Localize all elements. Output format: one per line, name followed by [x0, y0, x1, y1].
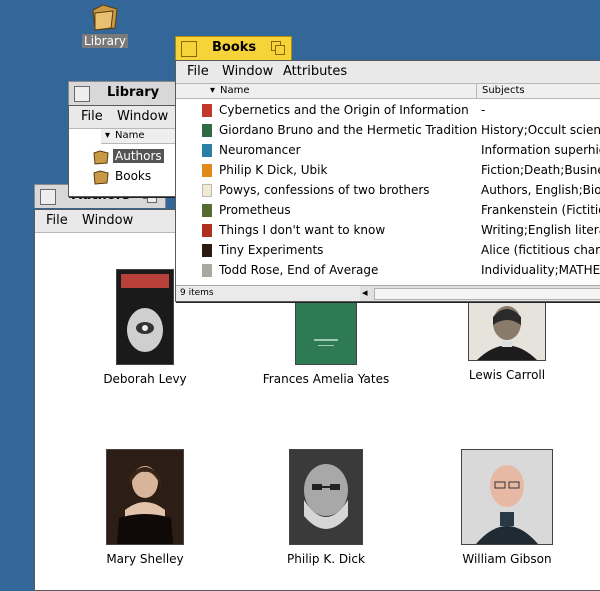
book-icon: [202, 124, 212, 137]
book-name: Philip K Dick, Ubik: [219, 163, 328, 177]
author-name: William Gibson: [462, 552, 552, 566]
menu-file[interactable]: File: [187, 64, 209, 79]
sort-arrow-icon: ▾: [105, 130, 111, 141]
book-name: Cybernetics and the Origin of Informatio…: [219, 103, 469, 117]
folder-icon: [93, 150, 109, 165]
zoom-icon[interactable]: [271, 41, 285, 55]
author-item[interactable]: William Gibson: [427, 449, 587, 566]
author-portrait: [461, 449, 553, 545]
table-row[interactable]: Things I don't want to know Writing;Engl…: [176, 220, 600, 240]
folder-icon: [89, 2, 121, 32]
desktop-library-icon[interactable]: Library: [82, 2, 128, 48]
book-subjects: Individuality;MATHE...: [481, 263, 600, 277]
author-item[interactable]: Philip K. Dick: [246, 449, 406, 566]
book-icon: [202, 104, 212, 117]
table-row[interactable]: Tiny Experiments Alice (fictitious chara…: [176, 240, 600, 260]
book-name: Things I don't want to know: [219, 223, 386, 237]
books-window: File Window Attributes ▾ Name Subjects C…: [175, 60, 600, 302]
author-name: Lewis Carroll: [468, 368, 546, 382]
window-title: Books: [212, 40, 257, 55]
author-item[interactable]: Mary Shelley: [65, 449, 225, 566]
menu-bar: File Window Attributes: [176, 61, 600, 84]
book-icon: [202, 144, 212, 157]
column-header[interactable]: ▾ Name: [101, 129, 181, 144]
book-icon: [202, 204, 212, 217]
book-name: Prometheus: [219, 203, 291, 217]
table-header: ▾ Name Subjects: [176, 84, 600, 99]
book-subjects: Frankenstein (Fictitiou...: [481, 203, 600, 217]
book-name: Todd Rose, End of Average: [219, 263, 379, 277]
column-name-header[interactable]: Name: [220, 85, 250, 96]
table-row[interactable]: Giordano Bruno and the Hermetic Traditio…: [176, 120, 600, 140]
author-portrait: [295, 300, 357, 365]
window-title: Library: [107, 85, 160, 100]
author-name: Mary Shelley: [106, 552, 184, 566]
book-subjects: Alice (fictitious charac...: [481, 243, 600, 257]
column-name: Name: [115, 130, 145, 141]
item-count: 9 items: [180, 288, 214, 298]
menu-bar: File Window: [69, 106, 179, 129]
author-portrait: [116, 269, 174, 365]
list-item[interactable]: Authors: [93, 147, 183, 167]
folder-icon: [93, 170, 109, 185]
menu-window[interactable]: Window: [117, 109, 168, 124]
author-portrait: [468, 300, 546, 361]
table-row[interactable]: Philip K Dick, Ubik Fiction;Death;Busine…: [176, 160, 600, 180]
close-icon[interactable]: [40, 189, 56, 205]
book-subjects: Writing;English literat...: [481, 223, 600, 237]
book-icon: [202, 264, 212, 277]
scroll-left-icon[interactable]: ◂: [362, 286, 368, 299]
author-item[interactable]: Frances Amelia Yates: [246, 300, 406, 386]
book-icon: [202, 244, 212, 257]
table-row[interactable]: Cybernetics and the Origin of Informatio…: [176, 100, 600, 120]
book-name: Giordano Bruno and the Hermetic Traditio…: [219, 123, 478, 137]
book-subjects: Information superhig...: [481, 143, 600, 157]
author-portrait: [106, 449, 184, 545]
author-name: Deborah Levy: [103, 372, 187, 386]
author-portrait: [289, 449, 363, 545]
book-icon: [202, 224, 212, 237]
list-item-label: Authors: [113, 149, 164, 163]
horizontal-scrollbar[interactable]: ◂: [360, 285, 600, 301]
table-row[interactable]: Todd Rose, End of Average Individuality;…: [176, 260, 600, 280]
menu-window[interactable]: Window: [82, 213, 133, 228]
book-subjects: Authors, English;Biogr...: [481, 183, 600, 197]
books-window-tab[interactable]: Books: [175, 36, 292, 60]
close-icon[interactable]: [181, 41, 197, 57]
book-name: Powys, confessions of two brothers: [219, 183, 430, 197]
list-item[interactable]: Books: [93, 167, 183, 187]
sort-arrow-icon: ▾: [210, 85, 216, 96]
book-name: Tiny Experiments: [219, 243, 324, 257]
desktop-icon-label: Library: [82, 34, 128, 48]
author-name: Philip K. Dick: [287, 552, 365, 566]
close-icon[interactable]: [74, 86, 90, 102]
menu-attributes[interactable]: Attributes: [283, 64, 347, 79]
library-window-tab[interactable]: Library: [68, 81, 178, 105]
column-subjects-header[interactable]: Subjects: [482, 85, 525, 96]
scroll-track[interactable]: [374, 288, 600, 300]
status-bar: 9 items: [176, 285, 360, 301]
book-subjects: Fiction;Death;Busines...: [481, 163, 600, 177]
list-item-label: Books: [115, 169, 152, 183]
book-subjects: History;Occult scienc...: [481, 123, 600, 137]
menu-window[interactable]: Window: [222, 64, 273, 79]
table-row[interactable]: Neuromancer Information superhig...: [176, 140, 600, 160]
book-icon: [202, 164, 212, 177]
table-row[interactable]: Prometheus Frankenstein (Fictitiou...: [176, 200, 600, 220]
library-window: File Window ▾ Name Authors Books: [68, 105, 183, 197]
menu-file[interactable]: File: [81, 109, 103, 124]
table-row[interactable]: Powys, confessions of two brothers Autho…: [176, 180, 600, 200]
book-name: Neuromancer: [219, 143, 301, 157]
menu-file[interactable]: File: [46, 213, 68, 228]
book-subjects: -: [481, 103, 486, 117]
book-icon: [202, 184, 212, 197]
author-item[interactable]: Lewis Carroll: [427, 300, 587, 382]
author-name: Frances Amelia Yates: [262, 372, 390, 386]
